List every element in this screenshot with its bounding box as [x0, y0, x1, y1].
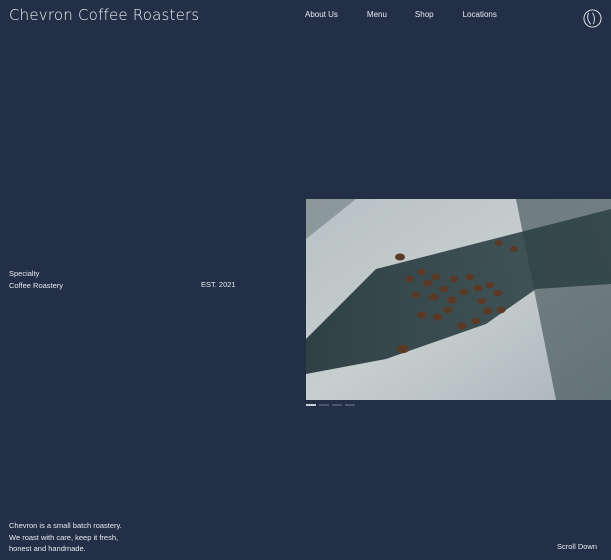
nav-shop[interactable]: Shop: [415, 10, 434, 19]
main-nav: About Us Menu Shop Locations: [305, 10, 497, 19]
about-blurb: Chevron is a small batch roastery. We ro…: [9, 520, 122, 555]
tagline-line1: Specialty: [9, 269, 40, 278]
carousel-dot[interactable]: [332, 404, 342, 406]
established-label: EST. 2021: [201, 280, 236, 289]
carousel-dot[interactable]: [306, 404, 316, 406]
carousel-dot[interactable]: [345, 404, 355, 406]
tagline-line2: Coffee Roastery: [9, 281, 64, 290]
nav-locations[interactable]: Locations: [463, 10, 497, 19]
chevron-circle-logo-icon[interactable]: [583, 9, 602, 28]
brand-title[interactable]: Chevron Coffee Roasters: [9, 6, 199, 24]
carousel-indicators: [306, 404, 355, 406]
hero-photo-coffee-beans: [306, 199, 611, 400]
about-line1: Chevron is a small batch roastery.: [9, 521, 122, 530]
about-line3: honest and handmade.: [9, 544, 86, 553]
nav-about-us[interactable]: About Us: [305, 10, 338, 19]
carousel-dot[interactable]: [319, 404, 329, 406]
hero-tagline: Specialty Coffee Roastery: [9, 268, 63, 292]
about-line2: We roast with care, keep it fresh,: [9, 532, 119, 542]
scroll-down-link[interactable]: Scroll Down: [557, 542, 597, 551]
nav-menu[interactable]: Menu: [367, 10, 387, 19]
